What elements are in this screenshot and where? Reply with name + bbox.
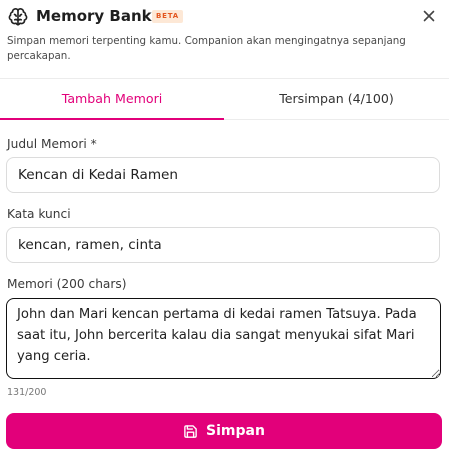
save-button[interactable]: Simpan [6, 413, 442, 449]
title-label: Judul Memori * [7, 137, 97, 151]
save-icon [184, 424, 197, 438]
close-icon[interactable] [421, 8, 437, 24]
save-button-label: Simpan [206, 423, 265, 439]
modal-subtitle: Simpan memori terpenting kamu. Companion… [7, 35, 406, 62]
tab-bar: Tambah Memori Tersimpan (4/100) [0, 79, 449, 120]
active-tab-indicator [0, 118, 224, 120]
memory-textarea[interactable]: John dan Mari kencan pertama di kedai ra… [6, 298, 441, 379]
modal-title: Memory Bank [36, 7, 152, 25]
keywords-input[interactable] [6, 227, 440, 263]
keywords-label: Kata kunci [7, 207, 71, 221]
modal-header: Memory Bank BETA Simpan memori terpentin… [0, 0, 449, 80]
title-input[interactable] [6, 157, 440, 193]
brain-icon [8, 8, 28, 26]
memory-label: Memori (200 chars) [7, 277, 127, 291]
tab-saved-memories[interactable]: Tersimpan (4/100) [224, 79, 449, 119]
tab-add-memory[interactable]: Tambah Memori [0, 79, 224, 119]
beta-badge: BETA [152, 10, 183, 23]
char-counter: 131/200 [7, 387, 47, 398]
tab-divider [224, 119, 449, 120]
